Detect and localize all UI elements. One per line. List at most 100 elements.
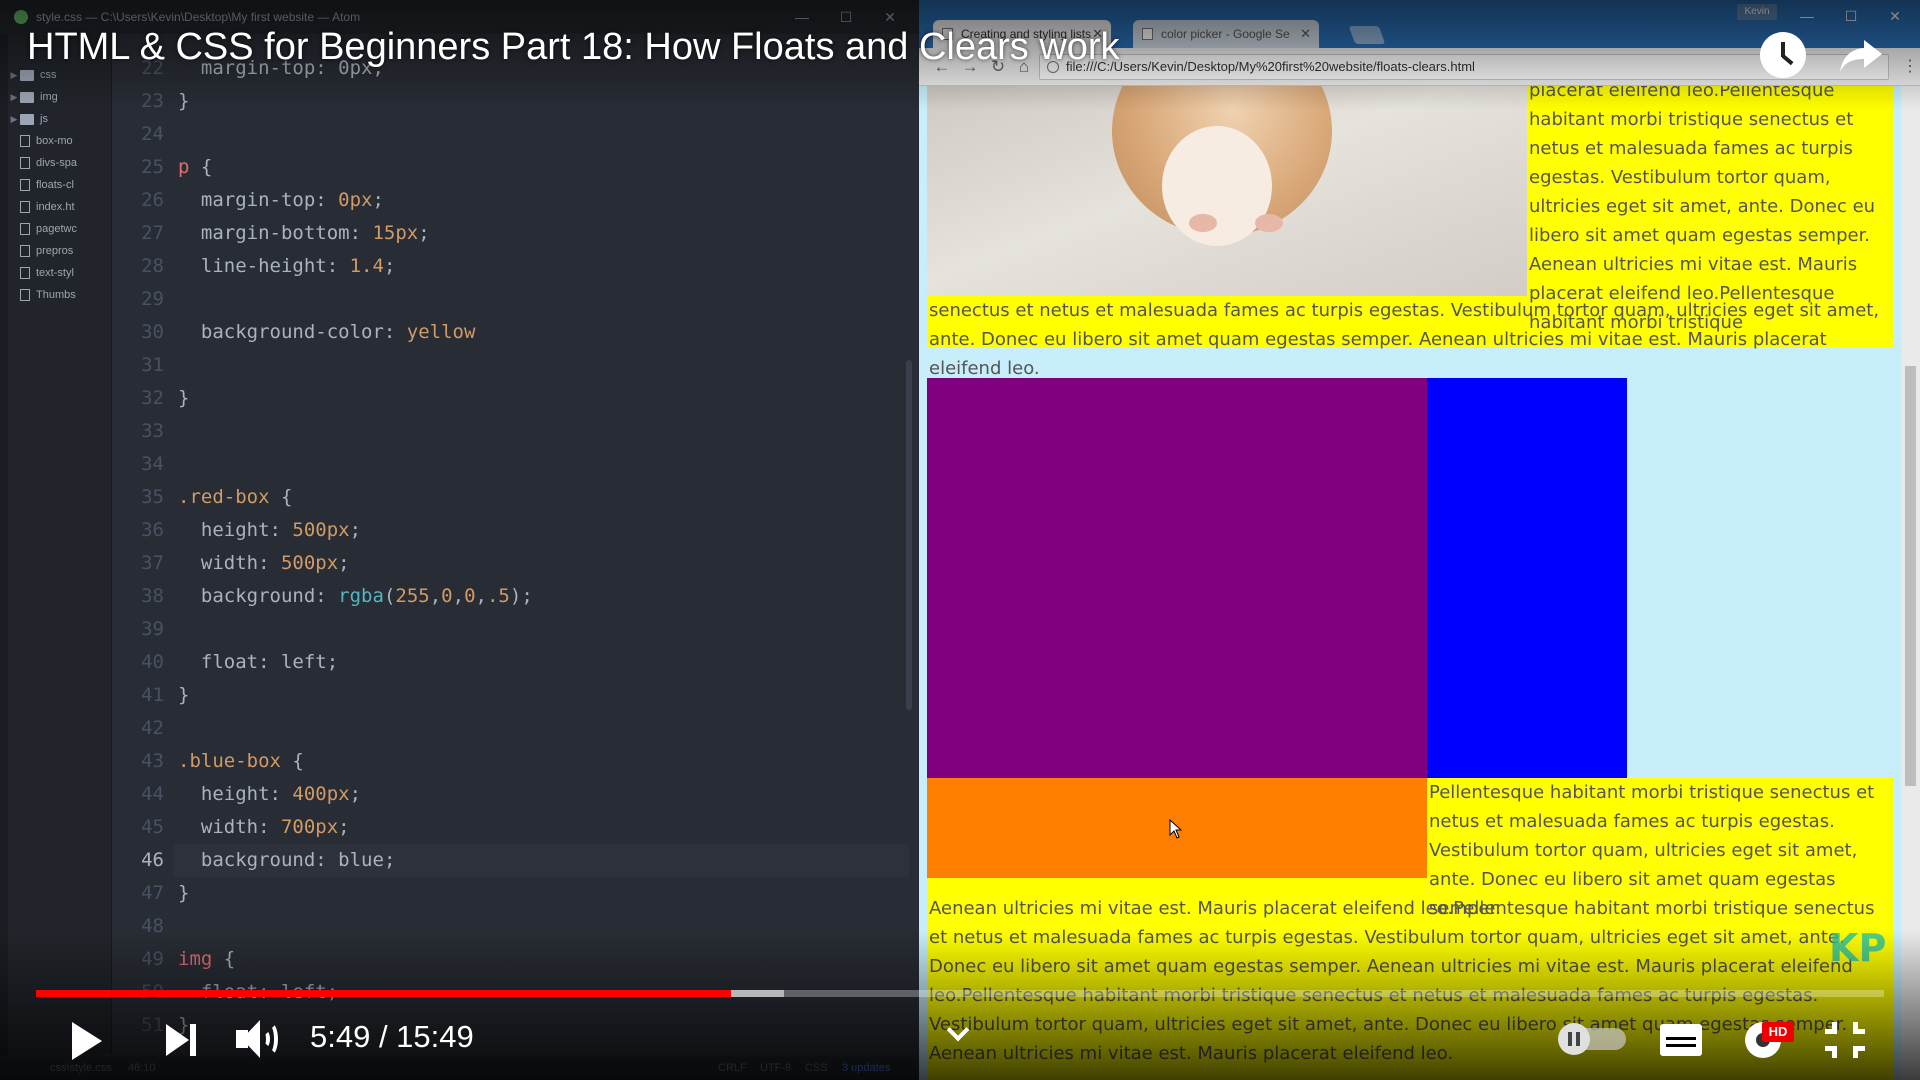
code-line[interactable]: height: 500px; [178, 514, 361, 547]
code-token: : [269, 783, 293, 805]
code-token: ; [349, 783, 362, 805]
code-line[interactable]: width: 700px; [178, 811, 350, 844]
code-line[interactable]: line-height: 1.4; [178, 250, 396, 283]
code-editor[interactable]: margin-top: 0px;} p { margin-top: 0px; ma… [174, 34, 909, 1054]
code-line[interactable]: p { [178, 151, 212, 184]
line-number: 48 [141, 915, 164, 937]
tree-file[interactable]: text-styl [8, 262, 112, 284]
profile-badge[interactable]: Kevin [1737, 4, 1777, 20]
code-line[interactable]: margin-top: 0px; [178, 184, 384, 217]
paragraph-1-bottom-text: senectus et netus et malesuada fames ac … [929, 300, 1880, 379]
status-encoding[interactable]: UTF-8 [760, 1056, 791, 1080]
hd-badge: HD [1762, 1022, 1794, 1042]
code-token: ; [338, 816, 350, 838]
autoplay-toggle[interactable] [1558, 1023, 1626, 1055]
code-token: height [178, 519, 270, 541]
tree-file[interactable]: divs-spa [8, 152, 112, 174]
code-line[interactable]: } [178, 85, 189, 118]
code-line[interactable]: img { [178, 943, 235, 976]
tree-folder-img[interactable]: ▶ img [8, 86, 112, 108]
code-token: , [429, 585, 442, 607]
progress-bar[interactable] [36, 990, 1884, 997]
file-icon [20, 201, 30, 214]
file-icon [20, 179, 30, 192]
code-token: ; [383, 849, 396, 871]
close-tab-icon[interactable]: ✕ [1300, 20, 1311, 48]
code-token: : [326, 255, 350, 277]
code-token: height [178, 783, 270, 805]
status-line-ending[interactable]: CRLF [718, 1056, 747, 1080]
code-line[interactable]: } [178, 877, 189, 910]
tree-file-label: index.ht [36, 201, 75, 213]
chevron-right-icon: ▶ [10, 92, 18, 102]
tree-file[interactable]: prepros [8, 240, 112, 262]
tab-color-picker[interactable]: color picker - Google Se ✕ [1133, 20, 1319, 48]
status-cursor-position[interactable]: 46:10 [128, 1056, 156, 1080]
tree-file-label: prepros [36, 245, 74, 257]
play-icon[interactable] [72, 1022, 102, 1060]
code-token: float [178, 651, 259, 673]
code-line[interactable]: background: blue; [178, 844, 396, 877]
hamster-belly [1162, 126, 1272, 246]
page-scrollbar[interactable] [1901, 86, 1920, 1080]
new-tab-button[interactable] [1348, 26, 1386, 44]
atom-window-title: style.css — C:\Users\Kevin\Desktop\My fi… [36, 10, 361, 24]
code-token: margin-bottom [178, 222, 350, 244]
corner [1825, 1046, 1837, 1058]
code-token: line-height [178, 255, 327, 277]
file-icon [20, 157, 30, 170]
tree-file[interactable]: index.ht [8, 196, 112, 218]
line-number: 35 [141, 486, 164, 508]
editor-scrollbar[interactable] [906, 360, 912, 710]
code-token: ; [349, 519, 362, 541]
file-icon [20, 223, 30, 236]
share-icon[interactable] [1838, 32, 1884, 78]
tree-file-label: divs-spa [36, 157, 77, 169]
scrollbar-thumb[interactable] [1905, 366, 1916, 786]
chrome-minimize-button[interactable]: — [1785, 4, 1829, 28]
code-line[interactable]: background: rgba(255,0,0,.5); [178, 580, 533, 613]
tree-folder-js[interactable]: ▶ js [8, 108, 112, 130]
code-line[interactable]: } [178, 382, 189, 415]
tree-file[interactable]: floats-cl [8, 174, 112, 196]
tree-folder-label: js [40, 113, 48, 125]
code-token: : [258, 816, 281, 838]
code-line[interactable]: background-color: yellow [178, 316, 476, 349]
code-line[interactable]: } [178, 679, 189, 712]
status-updates[interactable]: 3 updates [842, 1056, 890, 1080]
chrome-close-button[interactable]: ✕ [1873, 4, 1917, 28]
code-token: : [383, 321, 407, 343]
video-title[interactable]: HTML & CSS for Beginners Part 18: How Fl… [27, 26, 1120, 69]
exit-fullscreen-icon[interactable] [1825, 1022, 1865, 1058]
tree-file[interactable]: pagetwc [8, 218, 112, 240]
watch-later-icon[interactable] [1760, 32, 1806, 78]
video-player-stage[interactable]: style.css — C:\Users\Kevin\Desktop\My fi… [0, 0, 1920, 1080]
code-line[interactable]: .blue-box { [178, 745, 304, 778]
code-token: ; [418, 222, 430, 244]
progress-played [36, 990, 731, 997]
code-line[interactable]: height: 400px; [178, 778, 361, 811]
file-icon [20, 135, 30, 148]
red-box-over-purple [927, 378, 1427, 778]
code-line[interactable]: .red-box { [178, 481, 292, 514]
code-line[interactable]: width: 500px; [178, 547, 350, 580]
code-token: : [258, 651, 281, 673]
status-grammar[interactable]: CSS [805, 1056, 828, 1080]
subtitles-icon[interactable] [1660, 1024, 1702, 1056]
next-video-icon[interactable] [166, 1024, 196, 1056]
chrome-menu-icon[interactable]: ⋮ [1902, 56, 1918, 78]
line-number: 38 [141, 585, 164, 607]
volume-icon[interactable] [236, 1018, 282, 1060]
tree-file[interactable]: box-mo [8, 130, 112, 152]
code-token: 500px [280, 552, 339, 574]
page-viewport[interactable]: placerat eleifend leo.Pellentesque habit… [919, 86, 1901, 1080]
code-line[interactable]: float: left; [178, 646, 338, 679]
tree-folder-label: css [40, 69, 57, 81]
code-line[interactable]: margin-bottom: 15px; [178, 217, 430, 250]
tree-file[interactable]: Thumbs [8, 284, 112, 306]
code-token: .blue-box [178, 750, 281, 772]
code-token: 0 [464, 585, 476, 607]
tree-file-label: pagetwc [36, 223, 77, 235]
chrome-maximize-button[interactable]: ☐ [1829, 4, 1873, 28]
code-token: : [269, 519, 293, 541]
